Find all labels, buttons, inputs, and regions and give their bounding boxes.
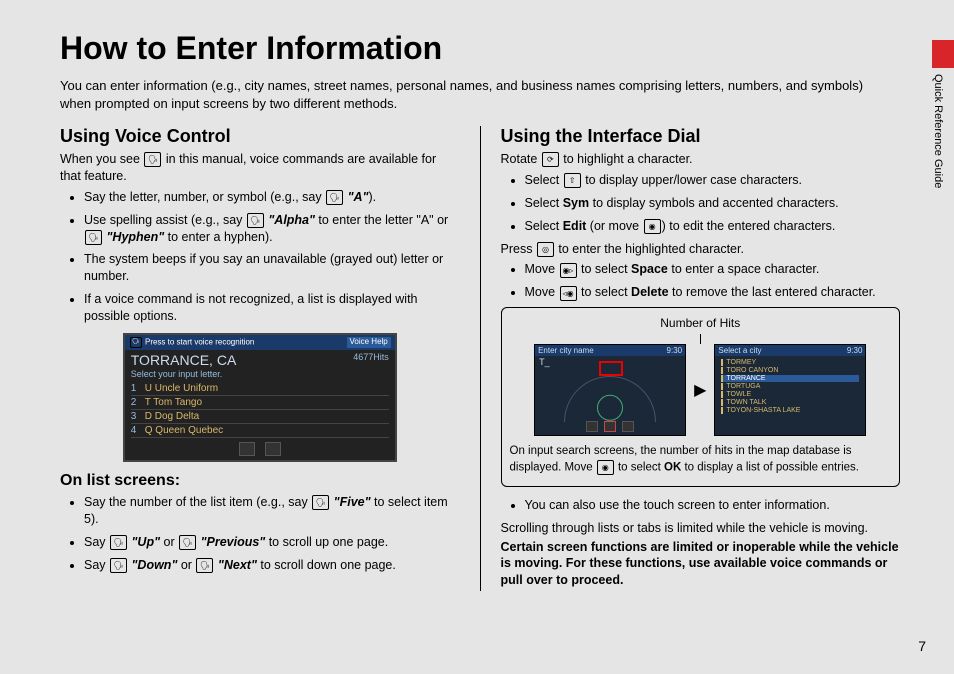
list-item: Move ◃◉ to select Delete to remove the l… bbox=[525, 284, 901, 301]
list-item: You can also use the touch screen to ent… bbox=[525, 497, 901, 514]
page: Quick Reference Guide How to Enter Infor… bbox=[0, 0, 954, 674]
mini-screen-input: Enter city name9:30 T_ bbox=[534, 344, 686, 436]
talk-icon: 🗣 bbox=[196, 558, 213, 573]
list-item: Select ⇧ to display upper/lower case cha… bbox=[525, 172, 901, 189]
rotate-icon: ⟳ bbox=[542, 152, 559, 167]
dial-list-3: You can also use the touch screen to ent… bbox=[501, 497, 901, 514]
list-item: The system beeps if you say an unavailab… bbox=[84, 251, 460, 285]
talk-icon: 🗣 bbox=[110, 558, 127, 573]
talk-icon: 🗣 bbox=[110, 535, 127, 550]
tab-marker bbox=[932, 40, 954, 68]
dial-list-2: Move ◉▹ to select Space to enter a space… bbox=[501, 261, 901, 301]
nav-icon bbox=[239, 442, 255, 456]
list-item: If a voice command is not recognized, a … bbox=[84, 291, 460, 325]
voice-screenshot: 🗣 Press to start voice recognitionVoice … bbox=[123, 333, 397, 462]
diagram: Number of Hits Enter city name9:30 T_ ▶ bbox=[501, 307, 901, 487]
talk-icon: 🗣 bbox=[312, 495, 329, 510]
side-tab: Quick Reference Guide bbox=[932, 40, 954, 210]
list-item: 1U Uncle Uniform bbox=[131, 382, 389, 396]
hits-highlight bbox=[599, 361, 623, 376]
move-down-icon: ◉ bbox=[597, 460, 614, 475]
dial-graphic bbox=[564, 376, 656, 422]
diag-note: On input search screens, the number of h… bbox=[510, 444, 892, 476]
list-item: Say the letter, number, or symbol (e.g.,… bbox=[84, 189, 460, 206]
shift-icon: ⇧ bbox=[564, 173, 581, 188]
press-icon: ◎ bbox=[537, 242, 554, 257]
dial-press: Press ◎ to enter the highlighted charact… bbox=[501, 241, 901, 258]
move-up-icon: ◉ bbox=[644, 219, 661, 234]
scroll-note: Scrolling through lists or tabs is limit… bbox=[501, 520, 901, 537]
talk-icon: 🗣 bbox=[130, 337, 142, 348]
list-item: Say 🗣 "Up" or 🗣 "Previous" to scroll up … bbox=[84, 534, 460, 551]
col-dial: Using the Interface Dial Rotate ⟳ to hig… bbox=[481, 126, 901, 591]
list-screens-list: Say the number of the list item (e.g., s… bbox=[60, 494, 460, 574]
move-left-icon: ◃◉ bbox=[560, 286, 577, 301]
arrow-right-icon: ▶ bbox=[694, 380, 706, 400]
h-voice: Using Voice Control bbox=[60, 126, 460, 147]
nav-icon bbox=[265, 442, 281, 456]
warning-note: Certain screen functions are limited or … bbox=[501, 539, 901, 590]
list-item: 3D Dog Delta bbox=[131, 410, 389, 424]
talk-icon: 🗣 bbox=[179, 535, 196, 550]
dial-list-1: Select ⇧ to display upper/lower case cha… bbox=[501, 172, 901, 235]
voice-list: Say the letter, number, or symbol (e.g.,… bbox=[60, 189, 460, 325]
list-item: TOWLE bbox=[721, 391, 859, 398]
columns: Using Voice Control When you see 🗣 in th… bbox=[60, 126, 900, 591]
list-item: Select Edit (or move ◉) to edit the ente… bbox=[525, 218, 901, 235]
h-list: On list screens: bbox=[60, 472, 460, 490]
talk-icon: 🗣 bbox=[144, 152, 161, 167]
content: How to Enter Information You can enter i… bbox=[60, 30, 900, 591]
talk-icon: 🗣 bbox=[85, 230, 102, 245]
list-item: Say 🗣 "Down" or 🗣 "Next" to scroll down … bbox=[84, 557, 460, 574]
voice-intro: When you see 🗣 in this manual, voice com… bbox=[60, 151, 460, 185]
list-item: Select Sym to display symbols and accent… bbox=[525, 195, 901, 212]
list-item: 2T Tom Tango bbox=[131, 396, 389, 410]
h-dial: Using the Interface Dial bbox=[501, 126, 901, 147]
col-voice: Using Voice Control When you see 🗣 in th… bbox=[60, 126, 481, 591]
list-item: TOYON-SHASTA LAKE bbox=[721, 407, 859, 414]
page-number: 7 bbox=[918, 638, 926, 654]
list-item: TORMEY bbox=[721, 359, 859, 366]
list-item: Use spelling assist (e.g., say 🗣 "Alpha"… bbox=[84, 212, 460, 246]
list-item: Move ◉▹ to select Space to enter a space… bbox=[525, 261, 901, 278]
move-right-icon: ◉▹ bbox=[560, 263, 577, 278]
list-item: Say the number of the list item (e.g., s… bbox=[84, 494, 460, 528]
list-item: TORRANCE bbox=[721, 375, 859, 382]
diag-label: Number of Hits bbox=[510, 316, 892, 330]
list-item: TORTUGA bbox=[721, 383, 859, 390]
list-item: TOWN TALK bbox=[721, 399, 859, 406]
list-item: 4Q Queen Quebec bbox=[131, 424, 389, 438]
dial-rotate: Rotate ⟳ to highlight a character. bbox=[501, 151, 901, 168]
delete-icon bbox=[604, 421, 616, 432]
list-item: TORO CANYON bbox=[721, 367, 859, 374]
page-title: How to Enter Information bbox=[60, 30, 900, 67]
mini-screen-list: Select a city9:30 TORMEY TORO CANYON TOR… bbox=[714, 344, 866, 436]
talk-icon: 🗣 bbox=[247, 213, 264, 228]
tab-label: Quick Reference Guide bbox=[932, 74, 944, 188]
intro-text: You can enter information (e.g., city na… bbox=[60, 77, 895, 112]
talk-icon: 🗣 bbox=[326, 190, 343, 205]
